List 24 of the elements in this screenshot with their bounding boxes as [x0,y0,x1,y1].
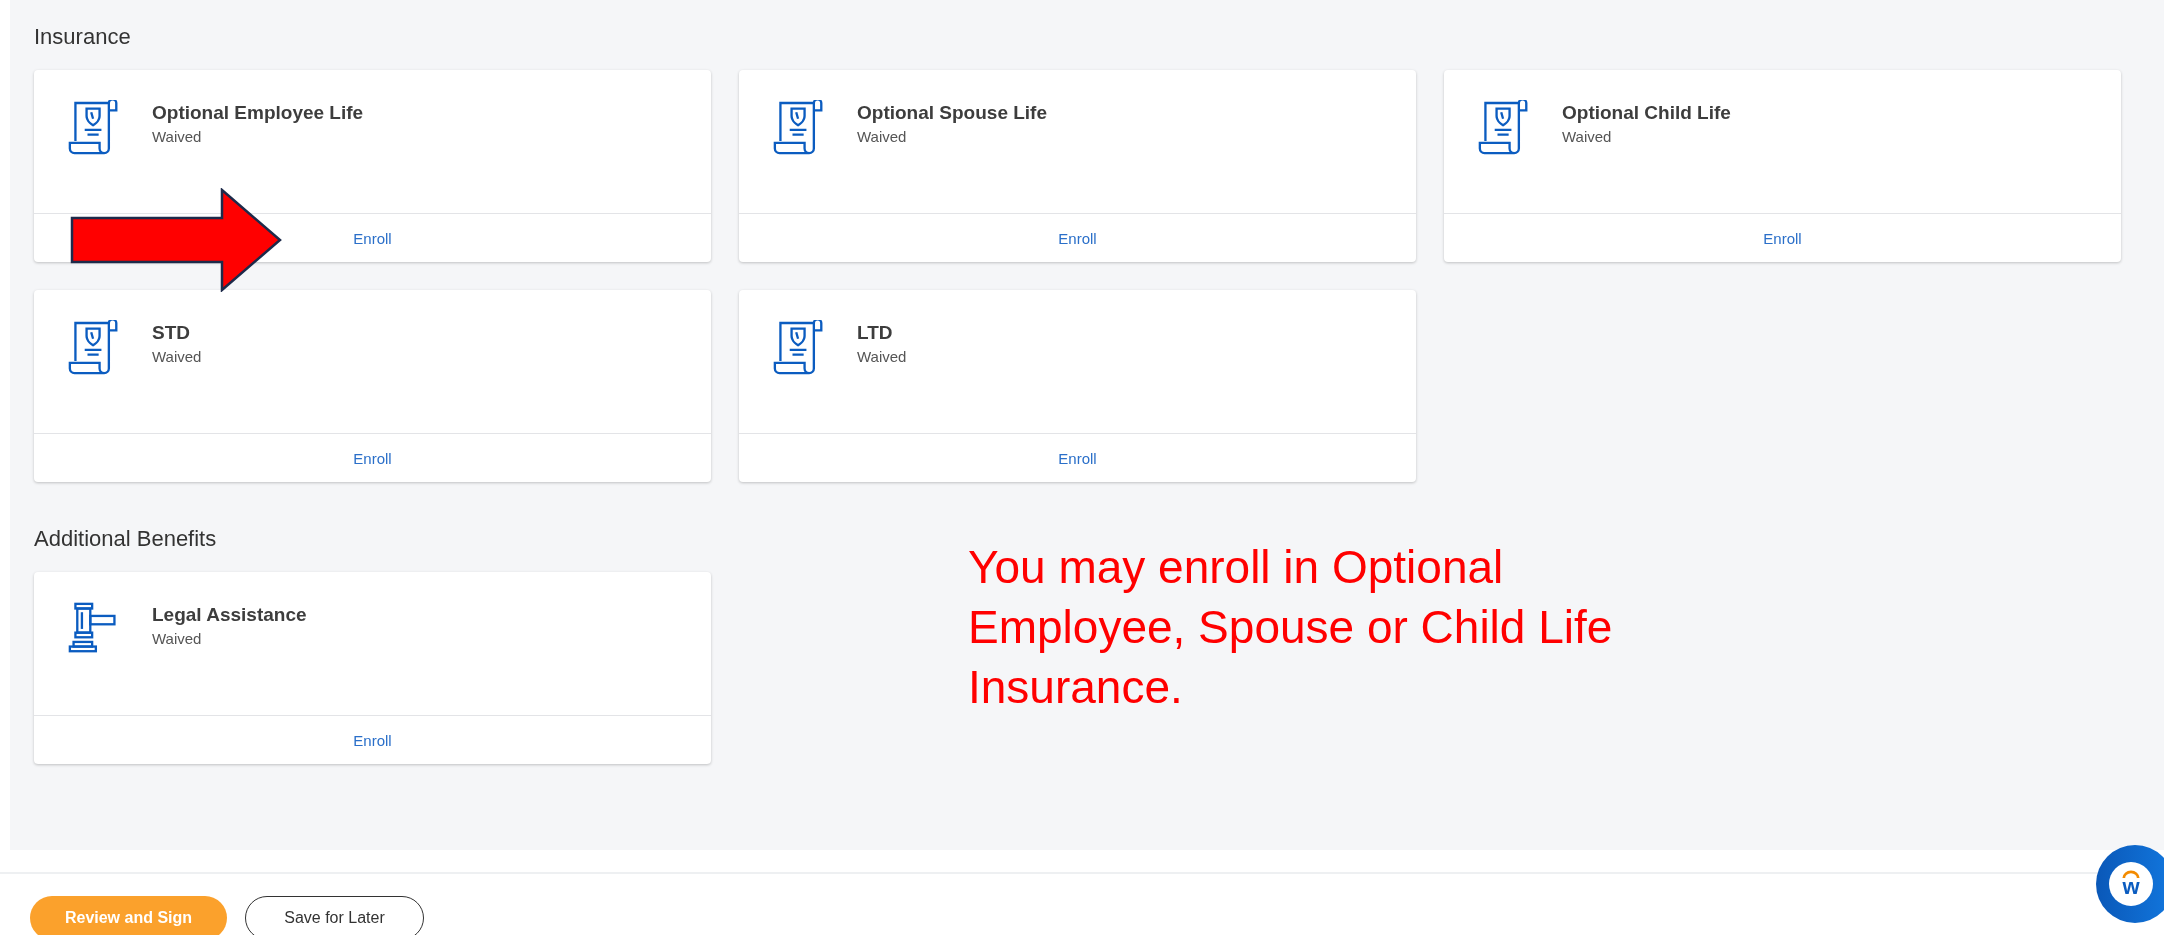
benefit-title: Optional Child Life [1562,102,1731,124]
section-heading: Insurance [34,24,132,50]
section-heading: Additional Benefits [34,526,218,552]
benefit-status: Waived [152,348,202,365]
arc-icon [2122,870,2140,879]
benefit-status: Waived [152,630,203,647]
benefit-title: Optional Spouse Life [857,102,1047,124]
enroll-link[interactable]: Enroll [34,716,711,764]
enroll-link[interactable]: Enroll [739,214,1416,262]
enroll-link[interactable]: Enroll [739,434,1416,482]
save-button[interactable]: Save for Later [245,896,424,935]
enroll-link[interactable]: Enroll [34,214,711,262]
benefit-status: Waived [857,348,907,365]
enroll-link[interactable]: Enroll [1444,214,2121,262]
benefit-status: Waived [1562,128,1613,145]
benefit-status: Waived [152,128,203,145]
benefit-title: LTD [857,322,894,344]
benefit-status: Waived [857,128,908,145]
benefit-title: Legal Assistance [152,604,307,626]
benefit-title: STD [152,322,191,344]
annotation-text: You may enroll in Optional Employee, Spouse or Child Life Insurance. [968,540,1614,715]
enroll-link[interactable]: Enroll [34,434,711,482]
benefit-title: Optional Employee Life [152,102,364,124]
chat-button[interactable]: w [2096,845,2164,923]
